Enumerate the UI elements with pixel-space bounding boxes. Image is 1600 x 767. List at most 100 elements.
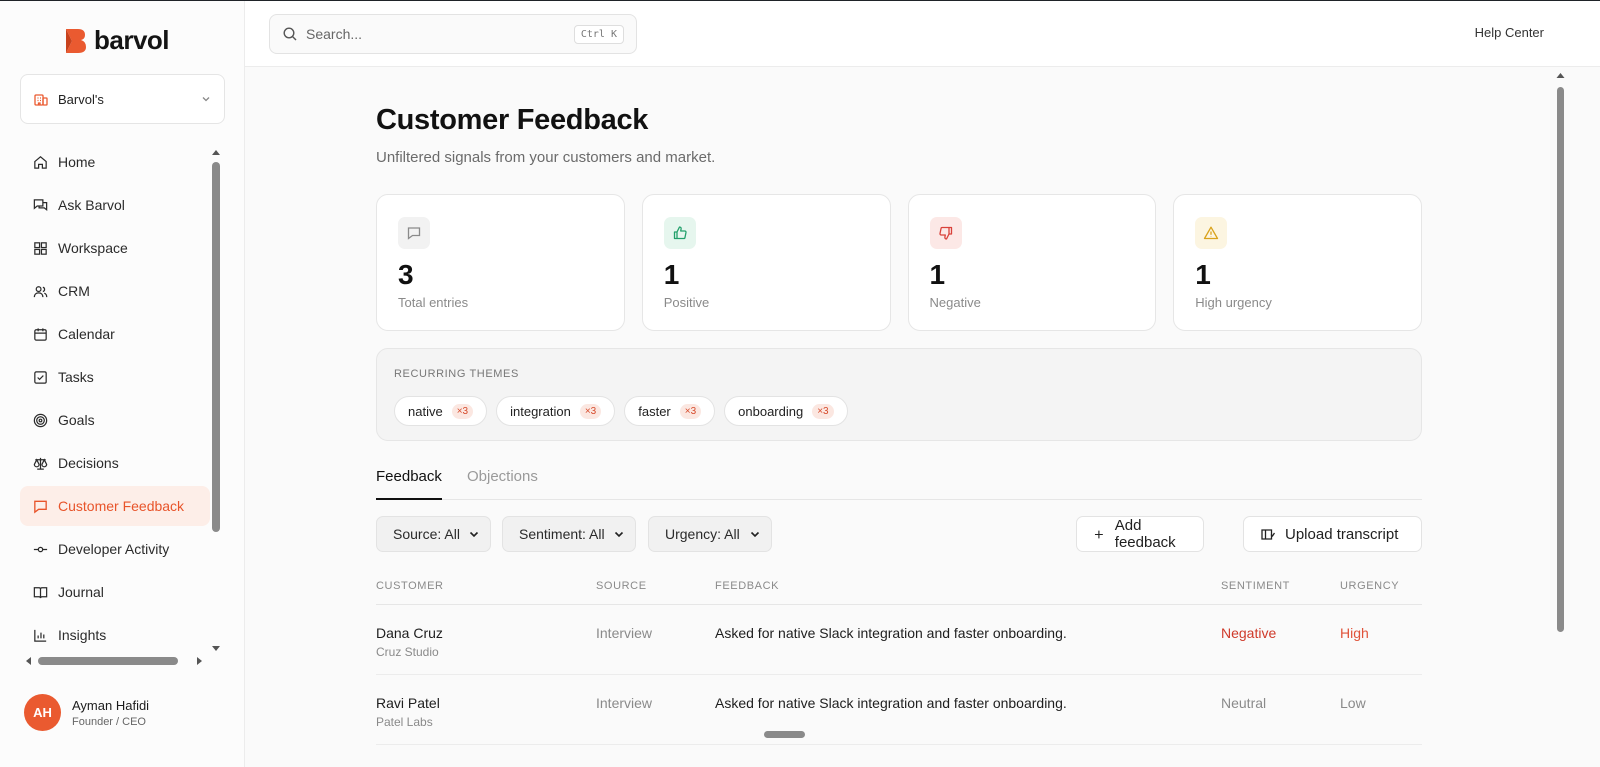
theme-chips: native ×3 integration ×3 faster ×3 onboa…	[394, 396, 848, 426]
sidebar-item-crm[interactable]: CRM	[20, 271, 210, 311]
sidebar-item-customer-feedback[interactable]: Customer Feedback	[20, 486, 210, 526]
chip-label: native	[408, 403, 443, 419]
sidebar-item-label: Home	[58, 154, 96, 170]
org-switcher[interactable]: Barvol's	[20, 74, 225, 124]
table-row[interactable]: Dana Cruz Cruz Studio Interview Asked fo…	[376, 605, 1422, 675]
source-filter-select[interactable]: Source: All	[376, 516, 491, 552]
column-header-source[interactable]: SOURCE	[596, 580, 647, 592]
search-input[interactable]	[306, 26, 566, 42]
sidebar-nav: Home Ask Barvol Workspace CRM Calendar T…	[20, 142, 210, 652]
search-shortcut-hint: Ctrl K	[573, 24, 624, 44]
scrollbar-thumb[interactable]	[1557, 87, 1564, 632]
search-icon	[283, 27, 297, 41]
sidebar-horizontal-scrollbar[interactable]	[24, 655, 204, 667]
stat-card-negative: 1 Negative	[907, 194, 1157, 331]
org-name: Barvol's	[58, 91, 104, 107]
bar-chart-icon	[34, 629, 47, 642]
table-row[interactable]: Ravi Patel Patel Labs Interview Asked fo…	[376, 675, 1422, 745]
theme-chip-integration[interactable]: integration ×3	[496, 396, 616, 426]
customer-name: Ravi Patel	[376, 695, 440, 711]
avatar: AH	[24, 694, 61, 731]
sidebar-item-ask-barvol[interactable]: Ask Barvol	[20, 185, 210, 225]
user-profile[interactable]: AH Ayman Hafidi Founder / CEO	[24, 694, 149, 731]
sentiment-filter-select[interactable]: Sentiment: All	[502, 516, 636, 552]
sidebar-item-decisions[interactable]: Decisions	[20, 443, 210, 483]
stat-value: 1	[663, 259, 680, 290]
sidebar-item-developer-activity[interactable]: Developer Activity	[20, 529, 210, 569]
transcript-upload-icon	[1261, 528, 1275, 540]
brand-name: barvol	[94, 25, 170, 55]
urgency-badge: Low	[1340, 695, 1366, 711]
sentiment-badge: Neutral	[1221, 695, 1267, 711]
sidebar-item-workspace[interactable]: Workspace	[20, 228, 210, 268]
chevron-down-icon	[614, 531, 624, 538]
chevron-down-icon	[469, 531, 479, 538]
page-subtitle: Unfiltered signals from your customers a…	[376, 149, 716, 166]
scroll-down-arrow-icon[interactable]	[211, 645, 221, 653]
stat-card-positive: 1 Positive	[641, 194, 891, 331]
feedback-source: Interview	[596, 695, 653, 711]
sidebar-item-goals[interactable]: Goals	[20, 400, 210, 440]
sidebar-item-home[interactable]: Home	[20, 142, 210, 182]
filter-label: Urgency: All	[665, 526, 740, 542]
feedback-source: Interview	[596, 625, 653, 641]
column-header-feedback[interactable]: FEEDBACK	[715, 580, 779, 592]
upload-transcript-button[interactable]: Upload transcript	[1243, 516, 1422, 552]
target-icon	[33, 413, 48, 427]
book-icon	[33, 586, 48, 598]
users-icon	[33, 285, 48, 297]
tab-feedback[interactable]: Feedback	[376, 468, 442, 500]
tab-objections[interactable]: Objections	[467, 468, 538, 500]
help-center-link[interactable]: Help Center	[1475, 25, 1544, 40]
sidebar-item-label: Insights	[58, 627, 107, 643]
column-header-customer[interactable]: CUSTOMER	[376, 580, 444, 592]
chevron-down-icon	[200, 93, 212, 105]
add-feedback-button[interactable]: Add feedback	[1076, 516, 1204, 552]
search-box[interactable]: Ctrl K	[269, 14, 637, 54]
main-vertical-scrollbar[interactable]	[1555, 69, 1566, 767]
sidebar-item-label: Decisions	[58, 455, 119, 471]
sidebar-vertical-scrollbar[interactable]	[211, 148, 221, 653]
feedback-text: Asked for native Slack integration and f…	[715, 625, 1067, 641]
theme-chip-onboarding[interactable]: onboarding ×3	[724, 396, 848, 426]
theme-chip-faster[interactable]: faster ×3	[624, 396, 716, 426]
customer-name: Dana Cruz	[376, 625, 443, 641]
sidebar: barvol Barvol's Home Ask Barvol Workspac…	[0, 1, 245, 767]
thumbs-up-icon	[663, 217, 696, 249]
warning-triangle-icon	[1195, 217, 1228, 249]
scrollbar-thumb[interactable]	[212, 162, 220, 532]
button-label: Upload transcript	[1285, 525, 1399, 543]
sidebar-item-tasks[interactable]: Tasks	[20, 357, 210, 397]
feedback-text: Asked for native Slack integration and f…	[715, 695, 1067, 711]
sidebar-item-label: Calendar	[58, 326, 115, 342]
stats-row: 3 Total entries 1 Positive 1 Negative 1 …	[376, 194, 1422, 331]
commit-icon	[33, 546, 48, 552]
column-header-urgency[interactable]: URGENCY	[1340, 580, 1399, 592]
main-horizontal-scrollbar-thumb[interactable]	[764, 731, 805, 738]
filter-label: Sentiment: All	[519, 526, 605, 542]
theme-chip-native[interactable]: native ×3	[394, 396, 488, 426]
sidebar-item-label: CRM	[58, 283, 90, 299]
sidebar-item-journal[interactable]: Journal	[20, 572, 210, 612]
column-header-sentiment[interactable]: SENTIMENT	[1221, 580, 1290, 592]
urgency-filter-select[interactable]: Urgency: All	[648, 516, 772, 552]
scroll-right-arrow-icon[interactable]	[196, 656, 204, 666]
grid-icon	[34, 241, 47, 255]
stat-card-total: 3 Total entries	[376, 194, 625, 331]
customer-company: Cruz Studio	[376, 645, 439, 659]
sidebar-item-calendar[interactable]: Calendar	[20, 314, 210, 354]
feedback-tabs: Feedback Objections	[376, 465, 1422, 500]
scroll-up-arrow-icon[interactable]	[1555, 71, 1566, 79]
calendar-icon	[34, 327, 47, 341]
filter-toolbar: Source: All Sentiment: All Urgency: All …	[376, 516, 1422, 554]
urgency-badge: High	[1340, 625, 1369, 641]
scroll-up-arrow-icon[interactable]	[211, 148, 221, 156]
home-icon	[34, 155, 47, 169]
customer-company: Patel Labs	[376, 715, 433, 729]
scroll-left-arrow-icon[interactable]	[24, 656, 32, 666]
themes-heading: RECURRING THEMES	[394, 368, 519, 380]
checkbox-icon	[34, 370, 47, 384]
sidebar-item-insights[interactable]: Insights	[20, 615, 210, 652]
brand-logo[interactable]: barvol	[64, 25, 170, 56]
scrollbar-thumb[interactable]	[38, 657, 178, 665]
